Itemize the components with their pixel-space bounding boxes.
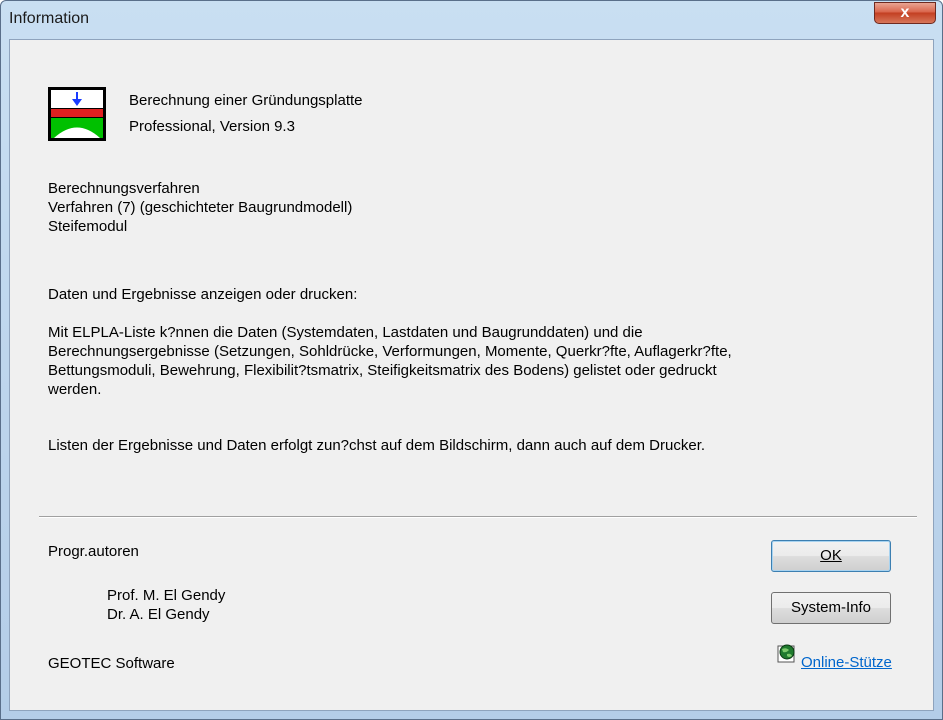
- dialog-client-area: Berechnung einer Gründungsplatte Profess…: [9, 39, 934, 711]
- listing-note: Listen der Ergebnisse und Daten erfolgt …: [48, 437, 706, 454]
- intro-text: Daten und Ergebnisse anzeigen oder druck…: [48, 286, 358, 303]
- authors-label: Progr.autoren: [48, 543, 139, 560]
- information-dialog: Information x Berechnung einer Gründungs…: [0, 0, 943, 720]
- system-info-button-label: System-Info: [790, 599, 872, 616]
- author-1: Prof. M. El Gendy: [107, 587, 226, 604]
- description-line-1: Mit ELPLA-Liste k?nnen die Daten (System…: [48, 324, 643, 341]
- description-line-2: Berechnungsergebnisse (Setzungen, Sohldr…: [48, 343, 732, 360]
- ok-button[interactable]: OK: [771, 540, 891, 572]
- description-line-3: Bettungsmoduli, Bewehrung, Flexibilit?ts…: [48, 362, 717, 379]
- header-version: Professional, Version 9.3: [129, 118, 295, 135]
- globe-icon: [777, 644, 795, 663]
- ok-button-label: OK: [820, 547, 842, 564]
- method-modulus: Steifemodul: [48, 218, 128, 235]
- close-button[interactable]: x: [874, 2, 936, 24]
- author-2: Dr. A. El Gendy: [107, 606, 210, 623]
- system-info-button[interactable]: System-Info: [771, 592, 891, 624]
- title-bar[interactable]: Information x: [1, 1, 942, 33]
- plate-calculation-icon: [48, 87, 106, 141]
- company-name: GEOTEC Software: [48, 655, 175, 672]
- description-line-4: werden.: [48, 381, 102, 398]
- online-help-link[interactable]: Online-Stütze: [801, 654, 892, 671]
- window-title: Information: [9, 10, 90, 27]
- method-label: Berechnungsverfahren: [48, 180, 200, 197]
- method-procedure: Verfahren (7) (geschichteter Baugrundmod…: [48, 199, 353, 216]
- separator: [39, 516, 917, 518]
- header-title: Berechnung einer Gründungsplatte: [129, 92, 363, 109]
